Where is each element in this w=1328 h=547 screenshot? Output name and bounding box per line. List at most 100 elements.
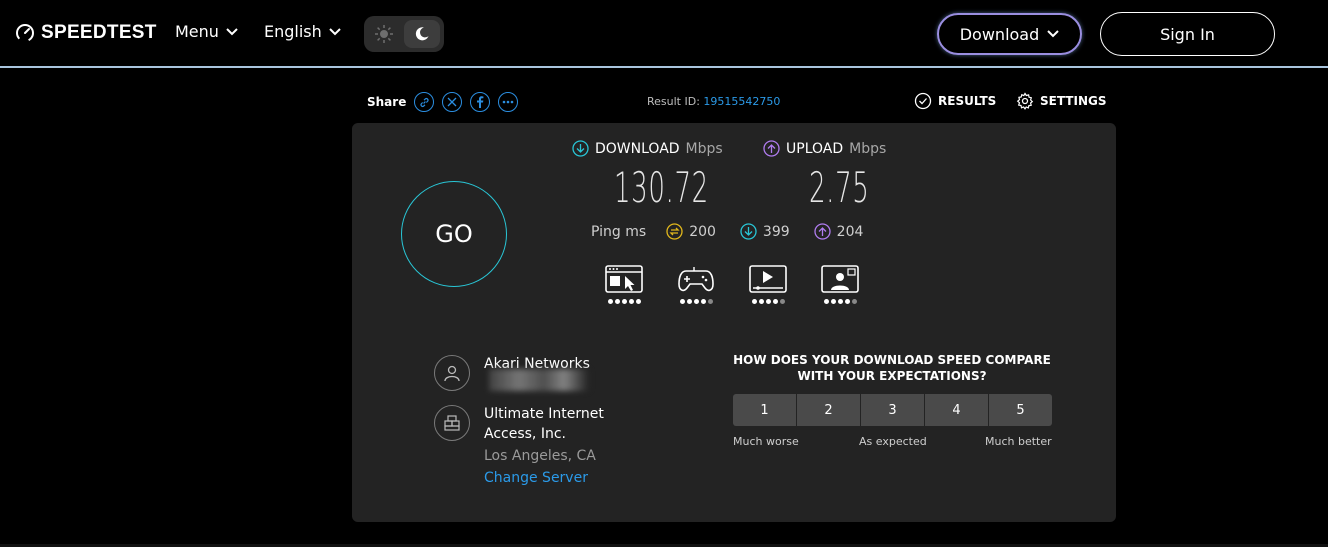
rating-button-1[interactable]: 1 — [733, 394, 797, 426]
result-id: Result ID: 19515542750 — [647, 95, 780, 108]
rating-dot — [765, 299, 771, 304]
ping-upload: 204 — [814, 223, 864, 240]
language-label: English — [264, 22, 322, 41]
server-location: Los Angeles, CA — [484, 448, 596, 464]
server-icon — [444, 415, 460, 431]
gauge-icon — [15, 24, 34, 42]
web-browsing-rating[interactable] — [605, 265, 643, 304]
download-unit: Mbps — [685, 140, 723, 157]
video-call-rating[interactable] — [821, 265, 859, 304]
survey-rating-buttons: 1 2 3 4 5 — [733, 394, 1052, 426]
download-speed-value: 130.72 — [614, 163, 709, 212]
x-twitter-icon[interactable] — [442, 92, 463, 112]
rating-button-2[interactable]: 2 — [797, 394, 861, 426]
rating-dot — [635, 299, 641, 304]
check-circle-icon — [914, 92, 932, 110]
moon-icon — [415, 27, 429, 41]
language-dropdown[interactable]: English — [264, 22, 341, 41]
dark-mode-option[interactable] — [404, 20, 440, 48]
share-label: Share — [367, 95, 407, 109]
rating-dot — [758, 299, 764, 304]
chevron-down-icon — [329, 27, 341, 35]
rating-dot — [851, 299, 857, 304]
download-button-label: Download — [959, 24, 1040, 44]
sun-icon[interactable] — [374, 24, 394, 44]
settings-link[interactable]: SETTINGS — [1016, 92, 1107, 110]
rating-dot — [844, 299, 850, 304]
menu-label: Menu — [175, 22, 219, 41]
link-icon[interactable] — [414, 92, 435, 112]
download-app-button[interactable]: Download — [937, 13, 1082, 55]
ping-unit: ms — [625, 223, 647, 240]
sign-in-label: Sign In — [1160, 24, 1215, 44]
facebook-icon[interactable] — [470, 92, 491, 112]
ping-idle-value: 200 — [689, 223, 716, 240]
logo-text: SPEEDTEST — [41, 22, 157, 43]
rating-button-5[interactable]: 5 — [989, 394, 1052, 426]
redacted-ip-address — [489, 369, 589, 391]
result-id-link[interactable]: 19515542750 — [703, 95, 780, 108]
rating-dots — [607, 299, 641, 304]
share-bar: Share — [367, 92, 519, 112]
sign-in-button[interactable]: Sign In — [1100, 12, 1275, 56]
rating-dot — [607, 299, 613, 304]
ping-row: Ping ms 200 399 204 — [591, 223, 863, 240]
scale-label-mid: As expected — [859, 435, 927, 448]
menu-dropdown[interactable]: Menu — [175, 22, 238, 41]
rating-dot — [621, 299, 627, 304]
settings-label: SETTINGS — [1040, 94, 1107, 108]
upload-arrow-icon — [763, 140, 780, 157]
upload-latency-icon — [814, 223, 831, 240]
rating-dot — [628, 299, 634, 304]
upload-unit: Mbps — [849, 140, 887, 157]
survey-question-line1: HOW DOES YOUR DOWNLOAD SPEED COMPARE — [733, 353, 1051, 367]
scale-label-low: Much worse — [733, 435, 799, 448]
usage-ratings — [605, 265, 859, 304]
download-label: DOWNLOAD — [595, 140, 680, 157]
speedtest-logo[interactable]: SPEEDTEST — [15, 22, 157, 44]
speedtest-result-card: GO DOWNLOAD Mbps 130.72 UPLOAD Mbps 2.75… — [352, 123, 1116, 522]
header-divider — [0, 66, 1328, 68]
chevron-down-icon — [1047, 30, 1059, 38]
ping-upload-value: 204 — [836, 223, 864, 240]
ping-label: Ping — [591, 223, 621, 240]
rating-button-4[interactable]: 4 — [925, 394, 989, 426]
results-link[interactable]: RESULTS — [914, 92, 996, 110]
rating-dot — [779, 299, 785, 304]
rating-dot — [837, 299, 843, 304]
rating-dot — [830, 299, 836, 304]
isp-avatar — [434, 355, 470, 391]
change-server-link[interactable]: Change Server — [484, 470, 588, 486]
ping-idle: 200 — [666, 223, 716, 240]
gear-icon — [1016, 92, 1034, 110]
results-label: RESULTS — [938, 94, 997, 108]
rating-dot — [707, 299, 713, 304]
download-header: DOWNLOAD Mbps — [572, 140, 723, 157]
rating-dot — [693, 299, 699, 304]
rating-dot — [686, 299, 692, 304]
gaming-rating[interactable] — [677, 265, 715, 304]
top-header: SPEEDTEST Menu English Download Sign In — [0, 0, 1328, 66]
download-latency-icon — [740, 223, 757, 240]
rating-dot — [614, 299, 620, 304]
server-name-line2: Access, Inc. — [484, 426, 566, 442]
rating-button-3[interactable]: 3 — [861, 394, 925, 426]
video-streaming-rating[interactable] — [749, 265, 787, 304]
rating-dots — [751, 299, 785, 304]
theme-toggle[interactable] — [364, 16, 444, 52]
ping-download-value: 399 — [762, 223, 790, 240]
server-avatar — [434, 405, 470, 441]
rating-dots — [823, 299, 857, 304]
upload-speed-value: 2.75 — [809, 163, 870, 212]
download-arrow-icon — [572, 140, 589, 157]
rating-dot — [700, 299, 706, 304]
server-name-line1: Ultimate Internet — [484, 406, 604, 422]
result-id-label: Result ID: — [647, 95, 700, 108]
go-label: GO — [435, 220, 473, 248]
upload-label: UPLOAD — [786, 140, 844, 157]
video-call-icon — [821, 265, 859, 293]
web-browsing-icon — [605, 265, 643, 293]
go-button[interactable]: GO — [401, 181, 507, 287]
rating-dots — [679, 299, 713, 304]
more-options-icon[interactable] — [498, 92, 519, 112]
